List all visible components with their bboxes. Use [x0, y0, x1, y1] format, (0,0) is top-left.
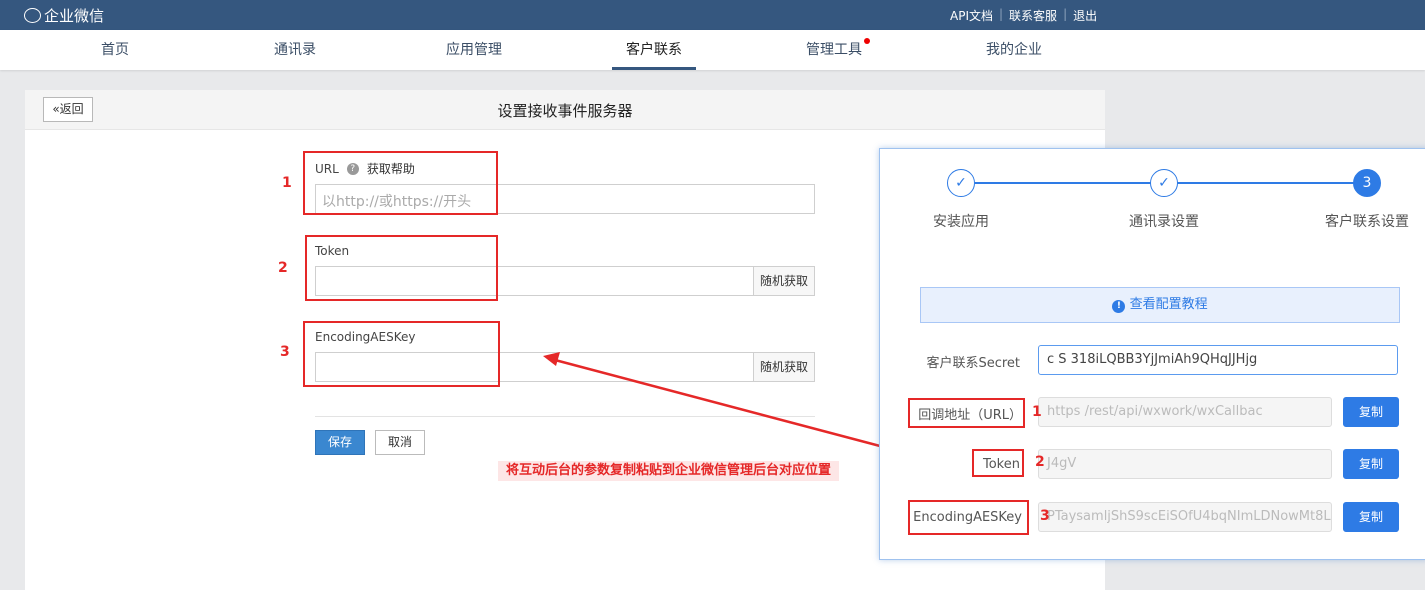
step-1-label: 安装应用: [933, 214, 989, 230]
panel-annotation-number-3: 3: [1040, 508, 1050, 524]
annotation-box-panel-token: [972, 449, 1024, 477]
token-field[interactable]: J4gV: [1038, 449, 1332, 479]
tutorial-link: 查看配置教程: [1129, 297, 1208, 312]
step-2-check-icon: ✓: [1150, 169, 1178, 197]
secret-label: 客户联系Secret: [926, 356, 1020, 371]
copy-url-button[interactable]: 复制: [1343, 397, 1399, 427]
callback-url-field[interactable]: https /rest/api/wxwork/wxCallbac: [1038, 397, 1332, 427]
copy-token-button[interactable]: 复制: [1343, 449, 1399, 479]
copy-aes-key-button[interactable]: 复制: [1343, 502, 1399, 532]
panel-annotation-number-2: 2: [1035, 454, 1045, 470]
secret-input[interactable]: c S 318iLQBB3YjJmiAh9QHqJJHjg: [1038, 345, 1398, 375]
wxwork-config-panel: ✓ ✓ 3 安装应用 通讯录设置 客户联系设置 ! 查看配置教程 客户联系Sec…: [879, 148, 1425, 560]
annotation-box-panel-url: [908, 398, 1025, 428]
info-icon: !: [1112, 300, 1126, 313]
config-tutorial-notice[interactable]: ! 查看配置教程: [920, 287, 1400, 323]
step-2-label: 通讯录设置: [1129, 214, 1199, 230]
annotation-box-panel-aes: [908, 500, 1029, 535]
panel-annotation-number-1: 1: [1032, 404, 1042, 420]
aes-key-field[interactable]: PTaysamljShS9scEiSOfU4bqNImLDNowMt8L9iz: [1038, 502, 1332, 532]
step-3-current: 3: [1353, 169, 1381, 197]
step-3-label: 客户联系设置: [1325, 214, 1409, 230]
step-1-check-icon: ✓: [947, 169, 975, 197]
